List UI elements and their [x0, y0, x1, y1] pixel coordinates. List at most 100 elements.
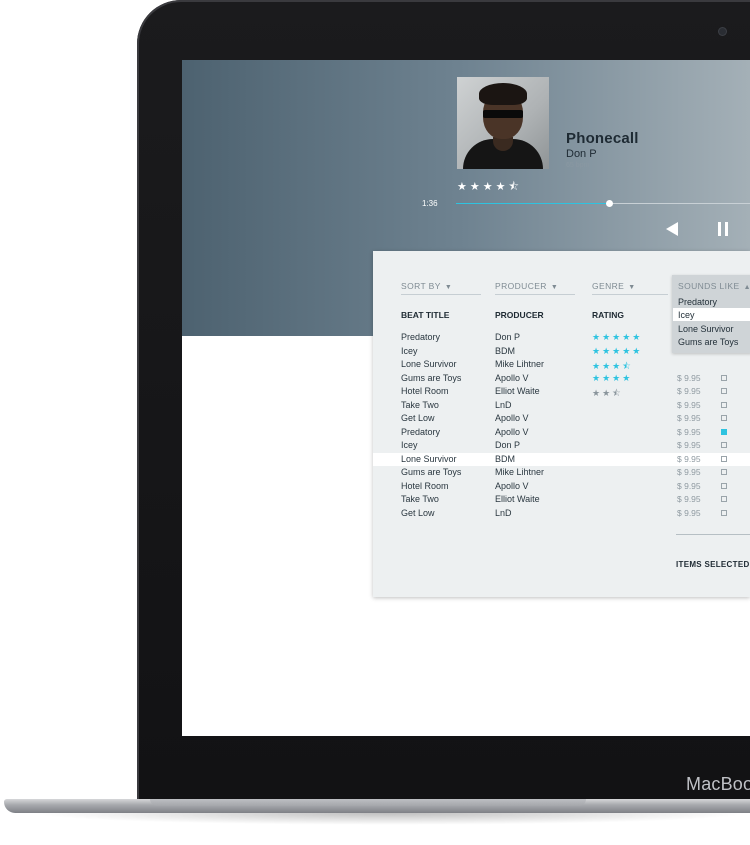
beat-title-cell: Gums are Toys [401, 467, 462, 477]
beat-title-cell: Hotel Room [401, 386, 449, 396]
beat-title-cell: Gums are Toys [401, 372, 462, 383]
divider [676, 534, 750, 535]
producer-cell: BDM [495, 453, 515, 464]
column-header-rating[interactable]: RATING [592, 310, 624, 320]
table-row[interactable]: Take Two LnD $ 9.95 [373, 399, 750, 412]
select-checkbox[interactable] [721, 401, 727, 408]
previous-button[interactable] [666, 222, 678, 236]
table-row[interactable]: Hotel Room Apollo V $ 9.95 [373, 480, 750, 493]
select-checkbox[interactable] [721, 428, 727, 435]
select-checkbox[interactable] [721, 374, 727, 381]
beat-title-cell: Lone Survivor [401, 359, 457, 369]
select-checkbox[interactable] [721, 482, 727, 489]
select-checkbox[interactable] [721, 388, 727, 394]
table-row[interactable]: Lone Survivor BDM $ 9.95 [373, 452, 750, 466]
progress-bar[interactable] [456, 200, 750, 207]
price-cell: $ 9.95 [677, 399, 701, 410]
column-header-producer[interactable]: PRODUCER [495, 310, 544, 320]
items-selected-label: ITEMS SELECTED [676, 560, 750, 569]
producer-cell: Elliot Waite [495, 386, 540, 396]
select-checkbox[interactable] [721, 509, 727, 516]
progress-fill [456, 203, 609, 204]
price-cell: $ 9.95 [677, 480, 701, 491]
producer-cell: LnD [495, 399, 512, 410]
producer-cell: Apollo V [495, 480, 529, 491]
table-row[interactable]: Get Low Apollo V $ 9.95 [373, 412, 750, 425]
rating-stars: ★★★★★ [592, 332, 643, 342]
price-cell: $ 9.95 [677, 467, 701, 477]
track-rating-stars[interactable]: ★★★★⯪ [457, 178, 522, 197]
select-checkbox[interactable] [721, 496, 727, 502]
price-cell: $ 9.95 [677, 372, 701, 383]
sort-by-dropdown[interactable]: SORT BY ▼ [401, 281, 452, 291]
price-cell: $ 9.95 [677, 386, 701, 396]
pause-button[interactable] [718, 222, 728, 236]
rating-stars: ★★★★ [592, 372, 633, 383]
beat-title-cell: Icey [401, 440, 418, 450]
table-row[interactable]: Gums are Toys Apollo V ★★★★ $ 9.95 [373, 372, 750, 385]
price-cell: $ 9.95 [677, 440, 701, 450]
chevron-up-icon: ▲ [743, 284, 750, 291]
rating-stars: ★★★★★ [592, 345, 643, 356]
album-cover-image [457, 77, 549, 169]
sounds-like-label: SOUNDS LIKE [678, 281, 740, 291]
table-row[interactable]: Predatory Don P ★★★★★ [373, 331, 750, 344]
divider [401, 294, 481, 295]
genre-dropdown[interactable]: GENRE ▼ [592, 281, 636, 291]
table-row[interactable]: Hotel Room Elliot Waite ★★⯪ $ 9.95 [373, 385, 750, 398]
pause-icon [718, 222, 721, 236]
table-row[interactable]: Predatory Apollo V $ 9.95 [373, 426, 750, 439]
column-header-title[interactable]: BEAT TITLE [401, 310, 449, 320]
price-cell: $ 9.95 [677, 453, 701, 464]
elapsed-time: 1:36 [422, 199, 438, 208]
select-checkbox[interactable] [721, 455, 727, 462]
divider [495, 294, 575, 295]
table-row[interactable]: Lone Survivor Mike Lihtner ★★★⯪ [373, 358, 750, 371]
producer-cell: Don P [495, 332, 521, 342]
producer-cell: LnD [495, 507, 512, 518]
track-artist: Don P [566, 148, 597, 160]
laptop-shadow [30, 813, 750, 825]
beat-title-cell: Lone Survivor [401, 453, 457, 464]
beat-title-cell: Icey [401, 345, 418, 356]
chevron-down-icon: ▼ [628, 284, 636, 291]
genre-filter-label: GENRE [592, 281, 625, 291]
producer-dropdown[interactable]: PRODUCER ▼ [495, 281, 558, 291]
producer-cell: Mike Lihtner [495, 467, 545, 477]
beat-title-cell: Predatory [401, 332, 441, 342]
sounds-like-option[interactable]: Predatory [678, 297, 717, 307]
laptop-hinge-notch [150, 799, 586, 806]
sort-by-label: SORT BY [401, 281, 441, 291]
beat-title-cell: Get Low [401, 413, 435, 423]
track-title: Phonecall [566, 130, 639, 147]
track-bpm: 65 bpm [566, 162, 590, 169]
select-checkbox[interactable] [721, 469, 727, 475]
producer-cell: Apollo V [495, 372, 529, 383]
table-row[interactable]: Get Low LnD $ 9.95 [373, 507, 750, 520]
table-row[interactable]: Icey BDM ★★★★★ [373, 345, 750, 358]
camera-icon [719, 28, 726, 35]
producer-filter-label: PRODUCER [495, 281, 547, 291]
beat-title-cell: Hotel Room [401, 480, 449, 491]
beat-title-cell: Predatory [401, 426, 441, 437]
price-cell: $ 9.95 [677, 494, 701, 504]
beat-title-cell: Take Two [401, 494, 439, 504]
chevron-down-icon: ▼ [444, 284, 453, 291]
chevron-down-icon: ▼ [550, 284, 559, 291]
price-cell: $ 9.95 [677, 426, 701, 437]
producer-cell: Mike Lihtner [495, 359, 545, 369]
producer-cell: BDM [495, 345, 515, 356]
beat-title-cell: Get Low [401, 507, 435, 518]
progress-handle[interactable] [605, 200, 613, 207]
producer-cell: Apollo V [495, 426, 529, 437]
producer-cell: Don P [495, 440, 521, 450]
select-checkbox[interactable] [721, 415, 727, 421]
divider [592, 294, 668, 295]
table-row[interactable]: Take Two Elliot Waite $ 9.95 [373, 493, 750, 506]
table-row[interactable]: Gums are Toys Mike Lihtner $ 9.95 [373, 466, 750, 479]
table-row[interactable]: Icey Don P $ 9.95 [373, 439, 750, 452]
select-checkbox[interactable] [721, 442, 727, 448]
producer-cell: Elliot Waite [495, 494, 540, 504]
sounds-like-option[interactable]: Icey [678, 310, 695, 320]
beat-title-cell: Take Two [401, 399, 439, 410]
